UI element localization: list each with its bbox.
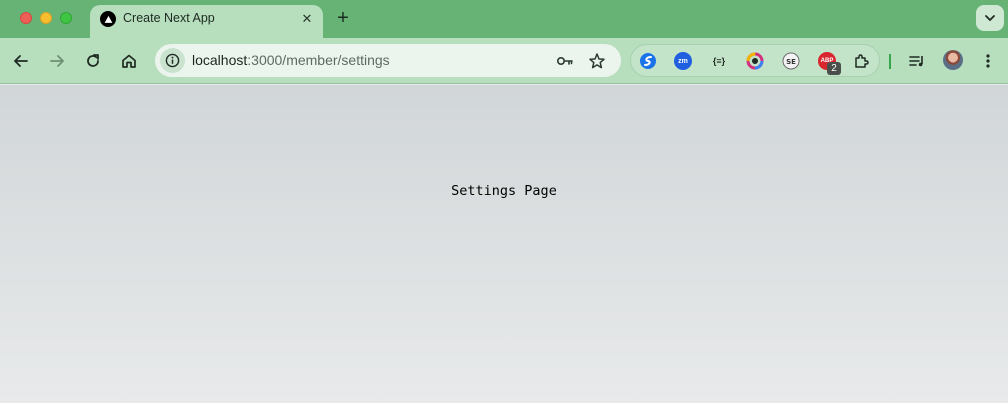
nextjs-favicon-icon [100, 11, 116, 27]
extension-badge: 2 [827, 62, 841, 75]
extension-seo-icon[interactable]: SE [782, 52, 800, 70]
tab-close-icon[interactable]: ✕ [299, 11, 315, 27]
address-bar[interactable]: localhost:3000/member/settings [155, 44, 621, 77]
tab-search-button[interactable] [976, 5, 1004, 31]
password-key-icon[interactable] [555, 51, 575, 71]
home-button[interactable] [117, 49, 141, 73]
arrow-left-icon [14, 55, 28, 67]
extensions-area: zm {≡} SE ABP 2 [630, 44, 880, 77]
site-info-button[interactable] [160, 48, 185, 73]
toolbar-divider [889, 54, 891, 69]
extension-zoom-icon[interactable]: zm [674, 52, 692, 70]
chevron-down-icon [985, 15, 995, 22]
back-button[interactable] [9, 49, 33, 73]
reload-button[interactable] [81, 49, 105, 73]
home-icon [122, 54, 136, 68]
tab-strip: Create Next App ✕ + [0, 0, 1008, 38]
extension-swirl-icon[interactable] [639, 52, 657, 70]
profile-avatar[interactable] [943, 50, 963, 70]
forward-button[interactable] [45, 49, 69, 73]
tab-title: Create Next App [123, 11, 215, 25]
page-heading: Settings Page [451, 183, 557, 199]
kebab-menu-icon[interactable] [976, 49, 1000, 73]
new-tab-button[interactable]: + [333, 8, 353, 28]
arrow-right-icon [50, 55, 64, 67]
info-icon [165, 53, 180, 68]
url-text[interactable]: localhost:3000/member/settings [192, 52, 390, 68]
media-control-icon[interactable] [905, 49, 929, 73]
active-tab[interactable]: Create Next App ✕ [90, 5, 323, 38]
window-minimize-button[interactable] [40, 12, 52, 24]
url-host: localhost [192, 52, 248, 68]
extension-color-ring-icon[interactable] [746, 52, 764, 70]
extension-json-icon[interactable]: {≡} [710, 52, 728, 70]
browser-toolbar: localhost:3000/member/settings zm {≡} SE… [0, 38, 1008, 84]
window-close-button[interactable] [20, 12, 32, 24]
reload-icon [87, 54, 99, 67]
page-viewport: Settings Page [0, 85, 1008, 403]
svg-text:SE: SE [786, 58, 796, 66]
bookmark-star-icon[interactable] [587, 51, 607, 71]
extensions-puzzle-icon[interactable] [853, 52, 871, 70]
window-maximize-button[interactable] [60, 12, 72, 24]
url-path: :3000/member/settings [247, 52, 390, 68]
